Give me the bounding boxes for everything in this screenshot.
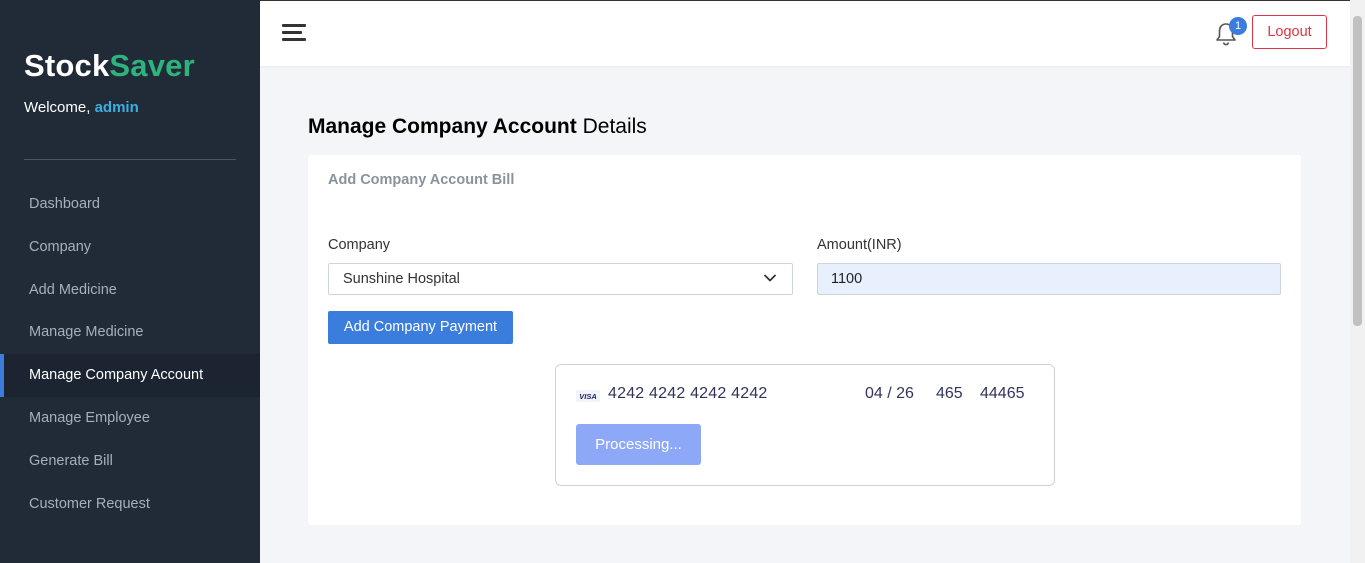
- amount-label: Amount(INR): [817, 237, 902, 253]
- sidebar-item-generate-bill[interactable]: Generate Bill: [0, 440, 260, 483]
- sidebar-item-dashboard[interactable]: Dashboard: [0, 183, 260, 226]
- brand-name-part2: Saver: [109, 48, 195, 83]
- visa-icon: VISA: [576, 390, 600, 402]
- logout-button[interactable]: Logout: [1252, 15, 1327, 49]
- amount-input[interactable]: 1100: [817, 263, 1281, 295]
- welcome-user: admin: [94, 99, 139, 116]
- welcome-text: Welcome, admin: [24, 99, 139, 116]
- sidebar: StockSaver Welcome, admin Dashboard Comp…: [0, 0, 260, 563]
- company-label: Company: [328, 237, 391, 253]
- top-bar: 1 Logout: [260, 0, 1350, 66]
- card-title: Add Company Account Bill: [328, 172, 515, 188]
- sidebar-item-manage-medicine[interactable]: Manage Medicine: [0, 311, 260, 354]
- bill-card: Add Company Account Bill Company Sunshin…: [308, 155, 1301, 525]
- notification-badge: 1: [1229, 17, 1247, 35]
- sidebar-item-add-medicine[interactable]: Add Medicine: [0, 269, 260, 312]
- card-expiry-field[interactable]: 04 / 26: [865, 385, 914, 403]
- sidebar-item-company[interactable]: Company: [0, 226, 260, 269]
- company-select-value: Sunshine Hospital: [343, 271, 460, 287]
- card-number-field[interactable]: 4242 4242 4242 4242: [608, 385, 768, 403]
- svg-text:VISA: VISA: [579, 392, 597, 401]
- sidebar-divider: [24, 159, 236, 160]
- sidebar-item-manage-employee[interactable]: Manage Employee: [0, 397, 260, 440]
- scrollbar[interactable]: [1350, 0, 1365, 563]
- welcome-prefix: Welcome,: [24, 99, 95, 116]
- chevron-down-icon: [764, 274, 776, 282]
- add-company-payment-button[interactable]: Add Company Payment: [328, 311, 513, 344]
- page-title-rest: Details: [576, 115, 647, 138]
- sidebar-item-customer-request[interactable]: Customer Request: [0, 483, 260, 526]
- processing-button[interactable]: Processing...: [576, 424, 701, 465]
- hamburger-icon[interactable]: [282, 24, 306, 42]
- page-title: Manage Company Account Details: [308, 115, 647, 139]
- card-payment-element: VISA 4242 4242 4242 4242 04 / 26 465 444…: [555, 364, 1055, 486]
- brand-name-part1: Stock: [24, 48, 110, 83]
- card-zip-field[interactable]: 44465: [980, 385, 1025, 403]
- company-select[interactable]: Sunshine Hospital: [328, 263, 793, 295]
- sidebar-item-manage-company-account[interactable]: Manage Company Account: [0, 354, 260, 397]
- sidebar-nav: Dashboard Company Add Medicine Manage Me…: [0, 183, 260, 525]
- scrollbar-thumb[interactable]: [1353, 16, 1362, 326]
- brand-logo[interactable]: StockSaver: [24, 48, 195, 84]
- page-title-bold: Manage Company Account: [308, 115, 577, 138]
- card-cvc-field[interactable]: 465: [936, 385, 963, 403]
